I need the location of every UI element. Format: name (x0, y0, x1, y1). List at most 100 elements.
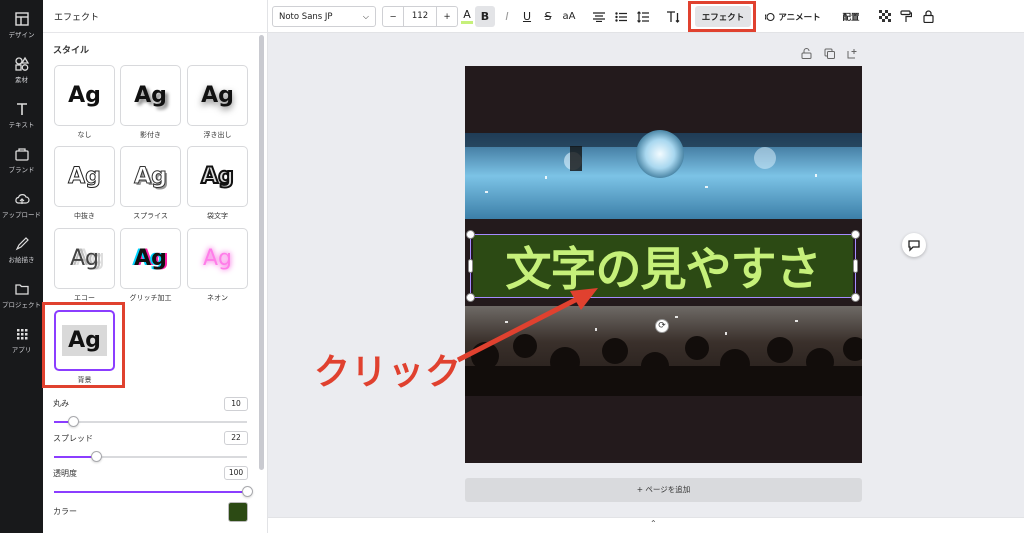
style-preview: Ag (202, 246, 232, 271)
bottom-bar: ⌃ (268, 517, 1024, 533)
rail-item-upload[interactable]: アップロード (0, 188, 43, 232)
font-family-select[interactable]: Noto Sans JP ⌵ (272, 6, 376, 27)
transparency-icon[interactable] (877, 6, 893, 27)
font-size-stepper: − 112 + (382, 6, 458, 27)
position-button[interactable]: 配置 (838, 6, 864, 27)
style-neon-tile[interactable]: Ag (187, 228, 248, 289)
paint-roller-icon[interactable] (898, 6, 914, 27)
roundness-value[interactable]: 10 (224, 397, 248, 411)
underline-button[interactable]: U (518, 6, 536, 27)
rail-item-text[interactable]: テキスト (0, 98, 43, 142)
style-preview: Ag (68, 164, 102, 190)
style-echo-tile[interactable]: Ag (54, 228, 115, 289)
effects-panel: エフェクト スタイル Ag なし Ag 影付き Ag 浮き出し Ag 中抜き A… (42, 0, 268, 533)
side-handle[interactable] (468, 259, 473, 273)
duplicate-page-icon[interactable] (824, 48, 835, 59)
opacity-value[interactable]: 100 (224, 466, 248, 480)
brand-icon (14, 148, 29, 161)
animate-button[interactable]: アニメート (760, 6, 826, 27)
rail-label: プロジェクト (2, 301, 41, 309)
annotation-click-text: クリック (314, 352, 463, 393)
roundness-label: 丸み (53, 399, 69, 408)
style-label: 影付き (140, 131, 161, 139)
spread-slider[interactable] (54, 451, 247, 462)
font-size-increase-button[interactable]: + (437, 12, 457, 22)
comment-button[interactable] (902, 233, 926, 257)
rail-label: テキスト (8, 121, 35, 129)
font-family-value: Noto Sans JP (279, 11, 333, 22)
side-handle[interactable] (853, 259, 858, 273)
upload-cloud-icon (14, 194, 30, 204)
resize-handle[interactable] (466, 230, 475, 239)
rail-item-draw[interactable]: お絵描き (0, 233, 43, 277)
font-size-decrease-button[interactable]: − (383, 12, 403, 22)
resize-handle[interactable] (851, 293, 860, 302)
style-lift-tile[interactable]: Ag (187, 65, 248, 126)
style-glitch-tile[interactable]: Ag (120, 228, 181, 289)
style-preview: Ag (134, 246, 167, 271)
style-preview: Ag (134, 164, 168, 190)
style-hollow-tile[interactable]: Ag (54, 146, 115, 207)
line-spacing-icon[interactable] (634, 6, 652, 27)
rail-label: アプリ (11, 346, 32, 354)
top-toolbar: Noto Sans JP ⌵ − 112 + A B I U S aA エフェク… (268, 0, 1024, 33)
style-label: なし (77, 131, 92, 139)
style-preview: Ag (134, 83, 167, 108)
bullet-list-icon[interactable] (612, 6, 630, 27)
style-shadow-tile[interactable]: Ag (120, 65, 181, 126)
slider-fill (54, 456, 96, 458)
panel-title: エフェクト (43, 0, 267, 33)
lock-icon[interactable] (920, 6, 936, 27)
rail-item-elements[interactable]: 素材 (0, 53, 43, 97)
chevron-up-icon[interactable]: ⌃ (650, 519, 657, 528)
align-center-icon[interactable] (590, 6, 608, 27)
letter-case-button[interactable]: aA (559, 6, 579, 27)
resize-handle[interactable] (466, 293, 475, 302)
slider-knob[interactable] (68, 416, 79, 427)
style-label: スプライス (133, 212, 168, 220)
style-preview: Ag (201, 83, 234, 108)
style-section-title: スタイル (53, 46, 90, 56)
add-page-button[interactable]: + ページを追加 (465, 478, 862, 502)
slider-fill (54, 491, 247, 493)
style-splice-tile[interactable]: Ag (120, 146, 181, 207)
unlock-page-icon[interactable] (801, 48, 812, 59)
animate-label: アニメート (778, 12, 821, 23)
color-swatch[interactable] (228, 502, 248, 522)
style-outline-tile[interactable]: Ag (187, 146, 248, 207)
selected-text-box[interactable]: 文字の見やすさ (466, 230, 860, 302)
font-size-input[interactable]: 112 (403, 7, 437, 26)
slider-knob[interactable] (242, 486, 253, 497)
text-color-bar (461, 21, 473, 24)
highlight-box (42, 302, 125, 388)
rotate-icon[interactable]: ⟳ (655, 319, 669, 333)
vertical-text-icon[interactable] (664, 6, 682, 27)
rail-item-apps[interactable]: アプリ (0, 323, 43, 367)
roundness-slider[interactable] (54, 416, 247, 427)
italic-button[interactable]: I (498, 6, 516, 27)
color-label: カラー (53, 507, 77, 516)
rail-label: 素材 (15, 76, 28, 84)
spread-value[interactable]: 22 (224, 431, 248, 445)
opacity-label: 透明度 (53, 469, 77, 478)
shapes-icon (14, 56, 29, 71)
effects-highlight-box (688, 1, 756, 32)
add-page-icon[interactable] (847, 48, 858, 59)
style-label: 袋文字 (207, 212, 228, 220)
text-color-button[interactable]: A (458, 6, 476, 27)
rail-item-design[interactable]: デザイン (0, 8, 43, 52)
rail-item-projects[interactable]: プロジェクト (0, 278, 43, 322)
resize-handle[interactable] (851, 230, 860, 239)
headline-text[interactable]: 文字の見やすさ (506, 233, 822, 299)
style-label: 中抜き (74, 212, 95, 220)
rail-item-brand[interactable]: ブランド (0, 143, 43, 187)
slider-knob[interactable] (91, 451, 102, 462)
opacity-slider[interactable] (54, 486, 253, 497)
style-none-tile[interactable]: Ag (54, 65, 115, 126)
design-canvas[interactable]: 文字の見やすさ ⟳ (465, 66, 862, 463)
style-label: 浮き出し (203, 131, 232, 139)
text-color-glyph: A (463, 8, 471, 21)
bold-button[interactable]: B (475, 6, 495, 27)
panel-scrollbar[interactable] (259, 35, 264, 470)
strikethrough-button[interactable]: S (539, 6, 557, 27)
